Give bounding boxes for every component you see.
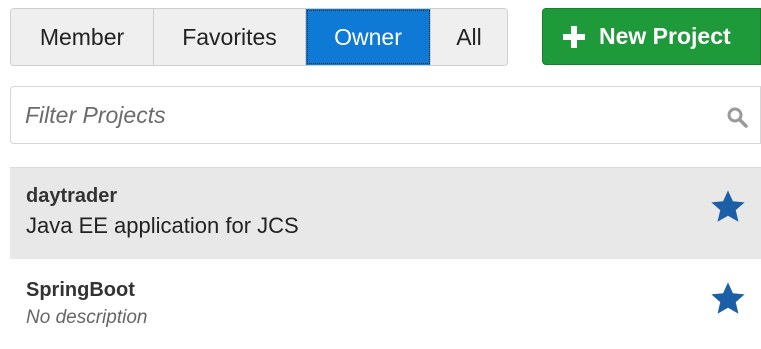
project-filter-tabs: Member Favorites Owner All — [10, 8, 508, 66]
filter-projects-field — [10, 86, 761, 144]
star-icon[interactable] — [709, 280, 747, 318]
project-row-daytrader[interactable]: daytrader Java EE application for JCS — [10, 167, 761, 259]
project-row-springboot[interactable]: SpringBoot No description — [10, 262, 761, 349]
tab-favorites[interactable]: Favorites — [154, 9, 306, 65]
project-name[interactable]: daytrader — [26, 185, 117, 208]
new-project-button[interactable]: New Project — [542, 8, 761, 65]
search-icon[interactable] — [726, 106, 748, 128]
star-icon[interactable] — [709, 188, 747, 226]
tab-member[interactable]: Member — [11, 9, 154, 65]
plus-icon — [563, 25, 585, 48]
project-description: No description — [26, 307, 148, 328]
tab-owner[interactable]: Owner — [306, 9, 431, 65]
project-name[interactable]: SpringBoot — [26, 279, 135, 302]
new-project-label: New Project — [599, 23, 731, 49]
tab-all[interactable]: All — [431, 9, 507, 65]
filter-projects-input[interactable] — [23, 87, 717, 143]
project-description: Java EE application for JCS — [26, 213, 299, 238]
